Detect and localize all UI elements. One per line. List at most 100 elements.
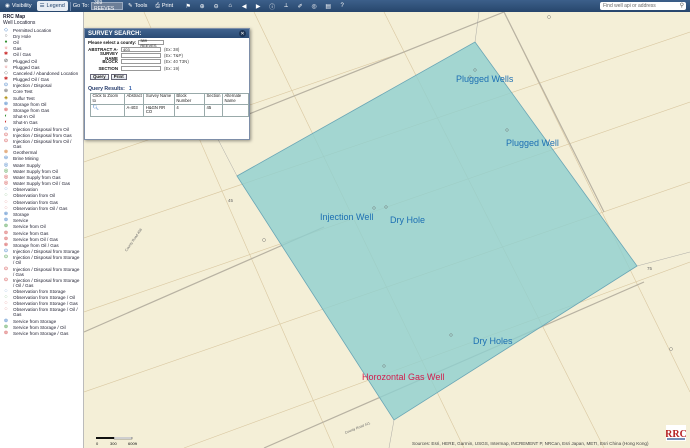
legend-item: ◌ Observation from Oil [0,193,83,199]
legend-label: Water Supply from Oil / Gas [13,181,71,187]
label-horizontal-gas-well: Horozontal Gas Well [362,372,445,382]
legend-item: ⊚ Service from Storage [0,318,83,324]
draw-icon[interactable]: ✐ [296,2,304,10]
locate-icon[interactable]: ◎ [310,2,318,10]
legend-item: ⊙ Injection / Disposal from Oil / Gas [0,138,83,149]
label-injection-well: Injection Well [320,212,374,222]
legend-item: ◎ Water Supply from Gas [0,174,83,180]
identify-icon[interactable]: ⓘ [268,2,276,11]
legend-label: Water Supply from Gas [13,174,61,180]
close-icon[interactable]: ✕ [239,30,246,37]
legend-symbol-icon: ◇ [4,26,8,33]
legend-item: ⊖ Brine Mining [0,156,83,162]
field-hint: (Ex: T&P) [164,53,183,59]
extent-icon[interactable]: ⌂ [226,2,234,10]
survey-name-cell: H&GN RR CO [143,104,175,117]
print-button[interactable]: ⎙ Print [152,1,176,11]
field-input[interactable] [121,53,161,59]
legend-label: Injection / Disposal from Gas [13,132,72,138]
zoom-out-icon[interactable]: ⊖ [212,2,220,10]
legend-item: ⊕ Core Test [0,89,83,95]
legend-label: Storage from Oil / Gas [13,242,59,248]
county-select[interactable]: 389 REEVES [138,38,165,48]
previous-extent-icon[interactable]: ◀ [240,2,248,10]
zoom-in-icon[interactable]: ⊕ [198,2,206,10]
legend-symbol-icon: ⊕ [3,88,9,95]
legend-symbol-icon: ⊙ [3,276,9,283]
legend-item: ⊙ Injection / Disposal from Oil [0,126,83,132]
layers-icon[interactable]: ▤ [324,2,332,10]
search-icon[interactable]: ⚲ [680,2,684,9]
legend-item: ✱ Oil / Gas [0,52,83,58]
legend-item: ◌ Observation from Storage / Oil / Gas [0,307,83,318]
magnifier-icon[interactable]: 🔍︎ [93,105,99,111]
legend-label: Water Supply from Oil [13,168,58,174]
legend-item: ◌ Observation from Storage / Oil [0,295,83,301]
tools-button[interactable]: ✎ Tools [125,1,150,11]
legend-symbol-icon: ☼ [3,63,9,70]
legend-item: ◌ Observation from Storage / Gas [0,301,83,307]
block-cell: 4 [173,104,206,117]
legend-label: Service from Oil / Gas [13,236,58,242]
legend-item: ⊘ Plugged Oil [0,58,83,64]
map-attribution: Sources: Esri, HERE, Garmin, USGS, Inter… [412,441,649,446]
legend-label: Core Test [13,89,33,95]
legend-label: Injection / Disposal from Storage / Oil [13,255,80,266]
legend-item: ⊚ Service from Storage / Oil [0,324,83,330]
legend-label: Injection / Disposal from Oil [13,126,69,132]
legend-item: ⊚ Service [0,218,83,224]
measure-icon[interactable]: ⟂ [282,2,290,10]
field-input[interactable]: 403 [121,46,161,52]
column-header: Click to Zoom to [90,92,125,106]
legend-item: ⊙ Injection / Disposal from Storage / Oil… [0,277,83,288]
legend-item: ⊙ Injection / Disposal [0,83,83,89]
field-input[interactable] [121,59,161,65]
panel-title: SURVEY SEARCH: [85,29,249,38]
legend-item: ⊙ Injection / Disposal from Storage / Gas [0,266,83,277]
legend-item: ⊚ Service from Gas [0,230,83,236]
print-results-button[interactable]: Print [110,73,127,80]
legend-label: Canceled / Abandoned Location [13,70,79,76]
legend-symbol-icon: ⊙ [3,254,9,261]
legend-symbol-icon: ◌ [4,198,8,205]
legend-label: Storage from Gas [13,108,50,114]
legend-item: ◎ Water Supply [0,162,83,168]
field-hint: (Ex: 40 T3N) [164,59,189,65]
legend-label: Shut-In Oil [13,114,35,120]
legend-item: ◌ Observation from Storage [0,288,83,294]
legend-symbol-icon: ◎ [3,161,9,168]
search-input[interactable]: Find well api or address ⚲ [600,2,686,10]
legend-button[interactable]: ☰ Legend [36,1,68,11]
legend-label: Observation [13,187,38,193]
goto-label: Go To: [72,3,89,9]
legend-label: Gas [13,46,22,52]
help-icon[interactable]: ? [338,2,346,10]
legend-item: ◌ Observation from Gas [0,199,83,205]
column-header: Alternate Name [222,92,249,106]
field-input[interactable] [121,65,161,71]
legend-label: Sulfur Test [13,95,35,101]
zoom-cell[interactable]: 🔍︎ [90,104,125,117]
legend-item: ⊛ Storage [0,211,83,218]
next-extent-icon[interactable]: ▶ [254,2,262,10]
results-heading: Query Results: 1 [88,85,132,92]
legend-symbol-icon: ⊚ [3,223,9,230]
legend-item: ⊛ Storage from Oil / Gas [0,242,83,248]
goto-select[interactable]: 389 REEVES [90,0,123,12]
query-button[interactable]: Query [90,73,109,80]
legend-symbol-icon: ◎ [3,167,9,174]
legend-label: Geothermal [13,150,38,156]
legend-label: Observation from Storage / Oil [13,295,76,301]
legend-label: Injection / Disposal from Oil / Gas [13,138,72,149]
legend-label: Observation from Oil / Gas [13,205,68,211]
legend-list: ◇ Permitted Location ○ Dry Hole ● Oil ☼ Gas ✱ Oil… [0,27,83,337]
legend-label: Injection / Disposal [13,83,52,89]
county-row: Please select a county: 389 REEVES [85,38,249,48]
visibility-button[interactable]: ◉ Visibility [2,1,35,11]
legend-symbol-icon: ✱ [3,51,9,58]
legend-item: ◎ Water Supply from Oil / Gas [0,181,83,187]
bookmark-icon[interactable]: ⚑ [184,2,192,10]
column-header: Section [204,92,223,106]
legend-symbol-icon: ⊚ [3,317,9,324]
printer-icon: ⎙ [155,2,160,9]
